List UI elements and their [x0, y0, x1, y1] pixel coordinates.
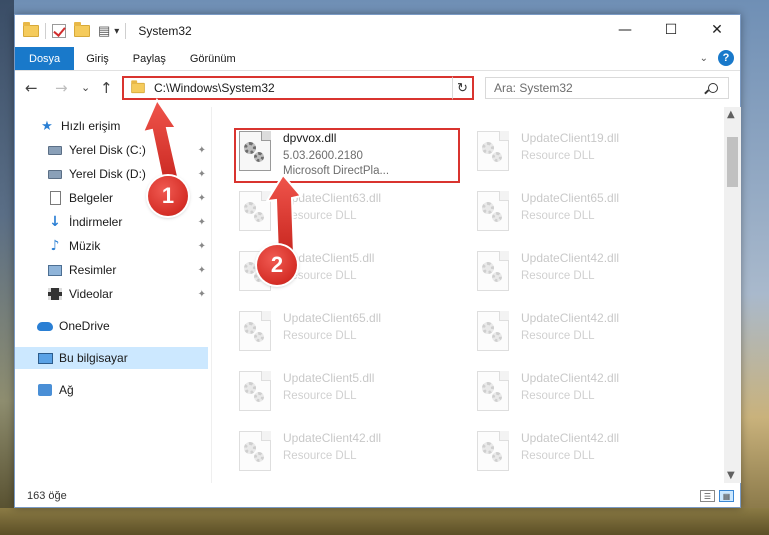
callout-arrow-1	[141, 97, 182, 189]
callout-arrow-2	[265, 173, 303, 256]
callout-badge-1: 1	[148, 176, 188, 216]
callout-badge-2: 2	[257, 245, 297, 285]
callout-arrows	[141, 97, 303, 256]
